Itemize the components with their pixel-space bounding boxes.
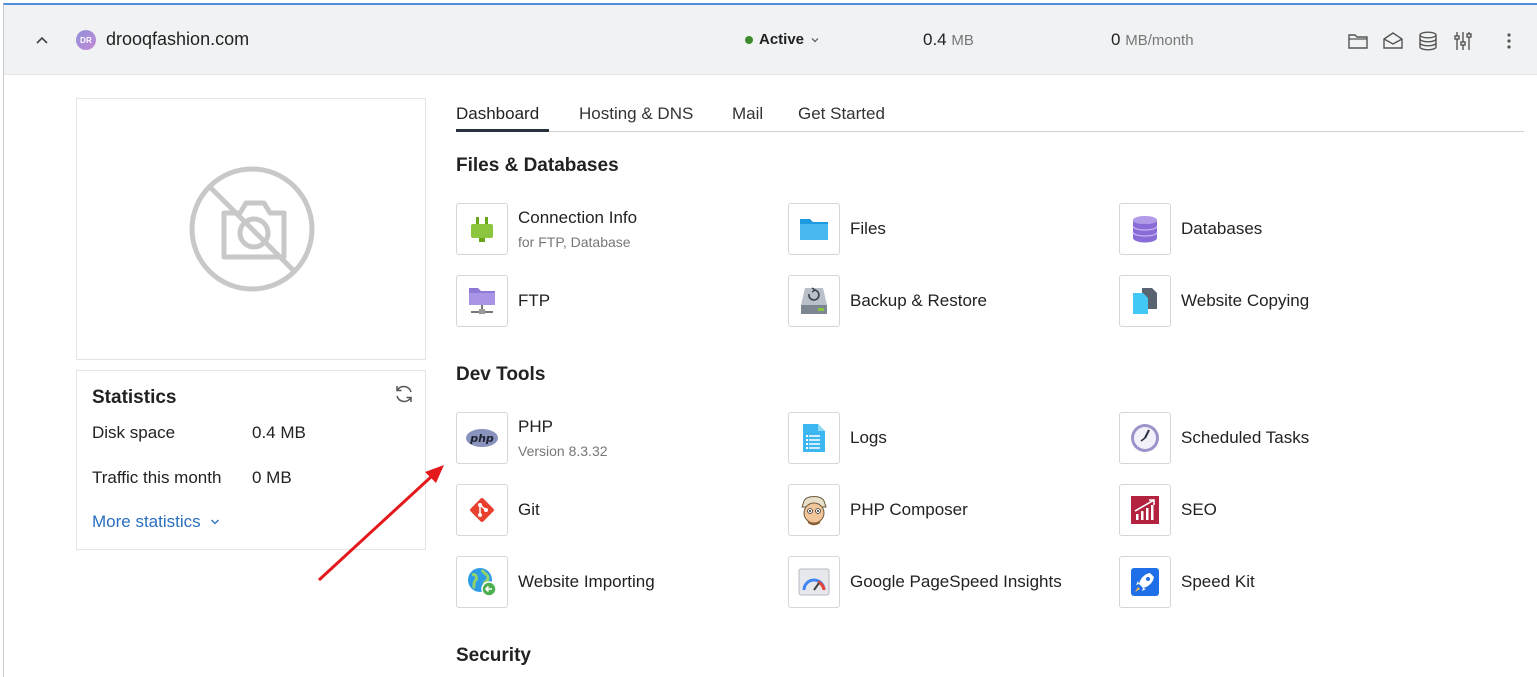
tab-mail[interactable]: Mail: [732, 104, 763, 124]
speed-gauge-icon: [788, 556, 840, 608]
tile-website-importing[interactable]: Website Importing: [456, 556, 655, 608]
tile-git[interactable]: Git: [456, 484, 540, 536]
traffic-label: Traffic this month: [92, 468, 222, 487]
more-statistics-link[interactable]: More statistics: [92, 512, 221, 532]
disk-space-value: 0.4 MB: [252, 423, 306, 442]
tile-php[interactable]: php PHP Version 8.3.32: [456, 412, 608, 464]
globe-import-icon: [456, 556, 508, 608]
database-icon: [1119, 203, 1171, 255]
copy-files-icon: [1119, 275, 1171, 327]
status-label: Active: [759, 31, 805, 48]
chevron-up-icon[interactable]: [32, 31, 52, 51]
status-dropdown[interactable]: Active: [745, 31, 820, 48]
tile-label: Website Copying: [1181, 291, 1310, 310]
disk-usage: 0.4 MB: [923, 30, 974, 50]
tile-label: Files: [850, 219, 886, 238]
svg-text:php: php: [469, 432, 494, 445]
tile-backup-restore[interactable]: Backup & Restore: [788, 275, 987, 327]
tile-seo[interactable]: SEO: [1119, 484, 1217, 536]
tile-label: Logs: [850, 428, 887, 447]
status-dot-icon: [745, 35, 753, 44]
tile-label: SEO: [1181, 500, 1217, 519]
database-icon[interactable]: [1416, 29, 1440, 53]
tile-scheduled-tasks[interactable]: Scheduled Tasks: [1119, 412, 1309, 464]
section-title-files-databases: Files & Databases: [456, 155, 619, 176]
tile-label: Website Importing: [518, 572, 655, 591]
disk-usage-value: 0.4: [923, 30, 947, 49]
more-statistics-label: More statistics: [92, 512, 201, 531]
tile-speed-kit[interactable]: Speed Kit: [1119, 556, 1255, 608]
tile-label: FTP: [518, 291, 551, 310]
tile-label: Databases: [1181, 219, 1263, 238]
tile-label: PHP: [518, 417, 553, 436]
tile-sublabel: for FTP, Database: [518, 234, 631, 250]
php-icon: php: [456, 412, 508, 464]
avatar: DR: [76, 30, 96, 50]
statistics-title: Statistics: [92, 387, 177, 408]
plug-icon: [456, 203, 508, 255]
disk-usage-unit: MB: [951, 32, 974, 49]
tile-php-composer[interactable]: PHP Composer: [788, 484, 968, 536]
folder-icon[interactable]: [1346, 29, 1370, 53]
tab-dashboard[interactable]: Dashboard: [456, 104, 539, 124]
tile-label: Google PageSpeed Insights: [850, 572, 1062, 591]
tile-label: PHP Composer: [850, 500, 968, 519]
tile-label: Scheduled Tasks: [1181, 428, 1310, 447]
composer-icon: [788, 484, 840, 536]
tile-label: Connection Info: [518, 208, 638, 227]
rocket-icon: [1119, 556, 1171, 608]
active-tab-indicator: [456, 129, 549, 132]
traffic-usage-unit: MB/month: [1125, 32, 1194, 49]
section-title-dev-tools: Dev Tools: [456, 364, 546, 385]
tile-sublabel: Version 8.3.32: [518, 443, 608, 459]
tile-website-copying[interactable]: Website Copying: [1119, 275, 1309, 327]
statistics-card: Statistics Disk space 0.4 MB Traffic thi…: [76, 370, 426, 550]
tile-logs[interactable]: Logs: [788, 412, 887, 464]
mail-icon[interactable]: [1381, 29, 1405, 53]
ftp-folder-icon: [456, 275, 508, 327]
tile-label: Backup & Restore: [850, 291, 988, 310]
clock-icon: [1119, 412, 1171, 464]
no-image-icon: [189, 166, 315, 292]
settings-sliders-icon[interactable]: [1451, 29, 1475, 53]
chevron-down-icon: [811, 37, 819, 42]
tile-connection-info[interactable]: Connection Info for FTP, Database: [456, 203, 637, 255]
disk-space-label: Disk space: [92, 423, 176, 442]
chevron-down-icon: [210, 519, 219, 525]
log-document-icon: [788, 412, 840, 464]
seo-chart-icon: [1119, 484, 1171, 536]
traffic-usage-value: 0: [1111, 30, 1121, 49]
refresh-icon[interactable]: [392, 382, 416, 406]
traffic-value: 0 MB: [252, 468, 292, 487]
git-icon: [456, 484, 508, 536]
tile-label: Speed Kit: [1181, 572, 1255, 591]
tab-get-started[interactable]: Get Started: [798, 104, 885, 124]
tab-bar: Dashboard Hosting & DNS Mail Get Started: [456, 98, 1524, 132]
tile-ftp[interactable]: FTP: [456, 275, 550, 327]
folder-icon: [788, 203, 840, 255]
site-preview[interactable]: [76, 98, 426, 360]
subscription-header[interactable]: DR drooqfashion.com Active 0.4 MB 0 MB/m…: [4, 5, 1537, 75]
tile-label: Git: [518, 500, 540, 519]
more-vertical-icon[interactable]: [1497, 29, 1521, 53]
tile-google-pagespeed[interactable]: Google PageSpeed Insights: [788, 556, 1062, 608]
tab-hosting-dns[interactable]: Hosting & DNS: [579, 104, 693, 124]
backup-drive-icon: [788, 275, 840, 327]
domain-name[interactable]: drooqfashion.com: [106, 29, 249, 50]
traffic-usage: 0 MB/month: [1111, 30, 1194, 50]
tile-files[interactable]: Files: [788, 203, 886, 255]
section-title-security: Security: [456, 645, 531, 666]
tile-databases[interactable]: Databases: [1119, 203, 1262, 255]
